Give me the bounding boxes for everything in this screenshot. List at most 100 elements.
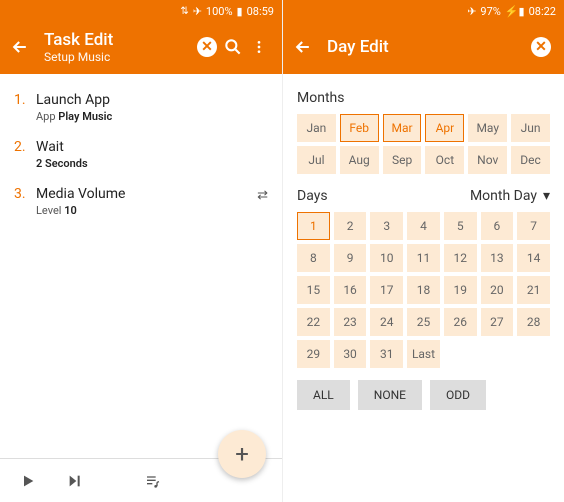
months-grid: JanFebMarAprMayJun JulAugSepOctNovDec (297, 114, 550, 174)
day-cell[interactable]: 30 (334, 340, 367, 368)
day-cell[interactable]: 14 (517, 244, 550, 272)
battery-charging-icon: ⚡▮ (505, 5, 525, 18)
days-label: Days (297, 188, 328, 204)
play-button[interactable] (20, 473, 36, 489)
month-cell[interactable]: Dec (511, 146, 550, 174)
battery-icon: ▮ (237, 5, 243, 18)
page-title: Task Edit (44, 30, 194, 50)
day-cell[interactable]: 10 (370, 244, 403, 272)
status-bar: ⇅ ✈ 100% ▮ 08:59 (0, 0, 282, 22)
day-cell[interactable]: 15 (297, 276, 330, 304)
task-number: 1. (14, 92, 36, 123)
months-header: Months (297, 90, 550, 106)
day-cell[interactable]: 6 (481, 212, 514, 240)
close-icon: ✕ (531, 37, 551, 57)
day-cell[interactable]: 26 (444, 308, 477, 336)
day-cell[interactable]: 11 (407, 244, 440, 272)
search-button[interactable] (220, 37, 246, 57)
button-row: ALL NONE ODD (297, 380, 550, 410)
day-cell[interactable]: 19 (444, 276, 477, 304)
month-cell[interactable]: Aug (340, 146, 379, 174)
wifi-icon: ⇅ (180, 6, 188, 17)
month-cell[interactable]: Jan (297, 114, 336, 142)
clear-button[interactable]: ✕ (194, 37, 220, 57)
day-cell[interactable]: 22 (297, 308, 330, 336)
menu-button[interactable] (246, 39, 272, 55)
days-mode-value: Month Day (470, 188, 537, 204)
app-bar: Day Edit ✕ (283, 22, 564, 74)
day-cell[interactable]: 31 (370, 340, 403, 368)
odd-button[interactable]: ODD (430, 380, 486, 410)
task-name: Launch App (36, 92, 112, 108)
day-cell[interactable]: 18 (407, 276, 440, 304)
phone-right: ✈ 97% ⚡▮ 08:22 Day Edit ✕ Months JanFebM… (282, 0, 564, 502)
page-subtitle: Setup Music (44, 50, 194, 64)
task-item[interactable]: 1.Launch App App Play Music (14, 84, 268, 131)
chevron-down-icon: ▾ (543, 188, 550, 204)
month-cell[interactable]: Sep (383, 146, 422, 174)
day-cell[interactable]: 12 (444, 244, 477, 272)
day-cell[interactable]: 29 (297, 340, 330, 368)
task-name: Media Volume (36, 186, 125, 202)
phone-left: ⇅ ✈ 100% ▮ 08:59 Task Edit Setup Music ✕… (0, 0, 282, 502)
day-cell[interactable]: 2 (334, 212, 367, 240)
day-cell[interactable]: 24 (370, 308, 403, 336)
task-detail: 2 Seconds (36, 157, 88, 170)
day-cell[interactable]: 5 (444, 212, 477, 240)
task-detail: App Play Music (36, 110, 112, 123)
days-grid: 1234567891011121314151617181920212223242… (297, 212, 550, 368)
swap-icon: ⇄ (257, 188, 268, 203)
day-cell[interactable]: 8 (297, 244, 330, 272)
month-cell[interactable]: Nov (468, 146, 507, 174)
month-cell[interactable]: Jul (297, 146, 336, 174)
header-titles: Task Edit Setup Music (44, 30, 194, 64)
add-fab[interactable]: + (218, 430, 266, 478)
day-cell[interactable]: 23 (334, 308, 367, 336)
days-header: Days Month Day ▾ (297, 188, 550, 204)
months-label: Months (297, 90, 344, 106)
day-cell[interactable]: 16 (334, 276, 367, 304)
day-cell[interactable]: 28 (517, 308, 550, 336)
back-button[interactable] (293, 37, 317, 57)
plane-icon: ✈ (193, 5, 202, 18)
day-cell[interactable]: 25 (407, 308, 440, 336)
status-bar: ✈ 97% ⚡▮ 08:22 (283, 0, 564, 22)
month-cell[interactable]: Jun (511, 114, 550, 142)
plane-icon: ✈ (467, 5, 476, 18)
day-cell[interactable]: 3 (370, 212, 403, 240)
clock-text: 08:22 (529, 5, 556, 18)
back-button[interactable] (10, 37, 34, 57)
day-cell[interactable]: 17 (370, 276, 403, 304)
day-cell[interactable]: 13 (481, 244, 514, 272)
task-number: 2. (14, 139, 36, 170)
battery-text: 97% (480, 5, 500, 18)
month-cell[interactable]: Mar (383, 114, 422, 142)
step-button[interactable] (66, 473, 84, 489)
app-bar: Task Edit Setup Music ✕ (0, 22, 282, 74)
battery-text: 100% (206, 5, 233, 18)
clear-button[interactable]: ✕ (528, 37, 554, 57)
day-edit-content: Months JanFebMarAprMayJun JulAugSepOctNov… (283, 74, 564, 502)
header-titles: Day Edit (327, 37, 528, 57)
month-cell[interactable]: Feb (340, 114, 379, 142)
none-button[interactable]: NONE (358, 380, 422, 410)
task-list: 1.Launch App App Play Music 2.Wait2 Second… (0, 74, 282, 458)
task-number: 3. (14, 186, 36, 217)
day-cell[interactable]: 21 (517, 276, 550, 304)
task-item[interactable]: 3.Media VolumeLevel 10⇄ (14, 178, 268, 225)
day-cell[interactable]: 4 (407, 212, 440, 240)
all-button[interactable]: ALL (297, 380, 350, 410)
day-cell[interactable]: 7 (517, 212, 550, 240)
task-item[interactable]: 2.Wait2 Seconds (14, 131, 268, 178)
month-cell[interactable]: Apr (425, 114, 464, 142)
month-cell[interactable]: Oct (425, 146, 464, 174)
month-cell[interactable]: May (468, 114, 507, 142)
day-cell[interactable]: 1 (297, 212, 330, 240)
day-cell[interactable]: Last (407, 340, 440, 368)
day-cell[interactable]: 27 (481, 308, 514, 336)
day-cell[interactable]: 20 (481, 276, 514, 304)
clock-text: 08:59 (247, 5, 274, 18)
day-cell[interactable]: 9 (334, 244, 367, 272)
days-mode-dropdown[interactable]: Month Day ▾ (470, 188, 550, 204)
playlist-button[interactable] (144, 473, 162, 489)
